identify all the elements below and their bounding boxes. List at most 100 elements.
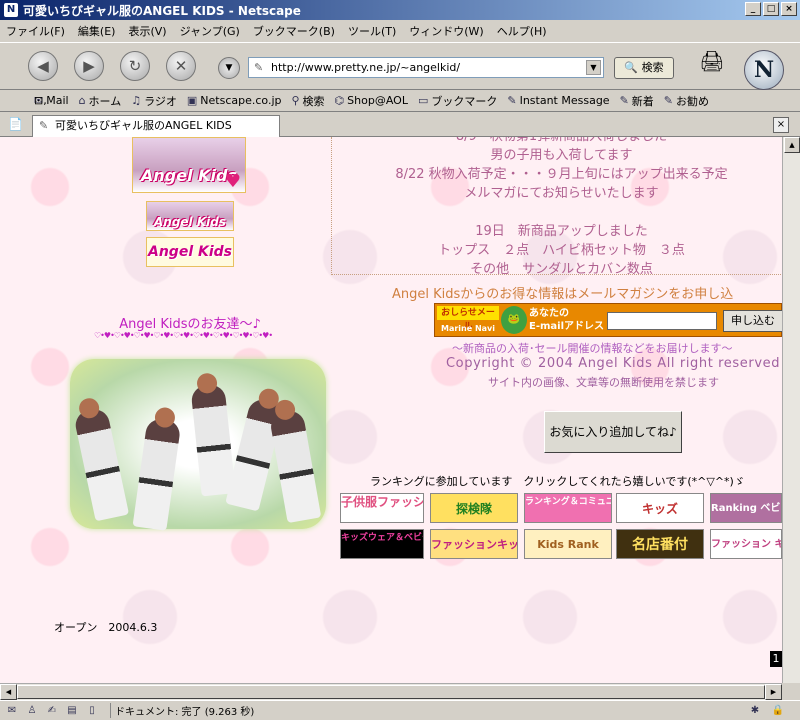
news-line: トップス ２点 ハイビ柄セット物 ３点 [438,243,685,258]
print-icon[interactable]: 🖨 [698,49,726,77]
email-input[interactable] [607,312,717,330]
frog-mascot-icon: 🐸 [501,306,527,334]
composer-icon[interactable]: ✍ [44,704,60,718]
dancer-figure [268,408,322,524]
page-content: Angel Kids Angel Kids Angel Kids 8/9 秋物第… [0,137,782,683]
security-icon[interactable]: ✱ [747,704,763,718]
toolbar-home-label: ホーム [88,94,122,108]
ranking-banner[interactable]: 探検隊 [430,493,518,523]
shop-icon: ⌬ [334,94,345,107]
ranking-banner[interactable]: キッズ [616,493,704,523]
lock-icon[interactable]: 🔒 [770,704,786,718]
toolbar-bookmarks[interactable]: ▭ ブックマーク [418,93,497,109]
scroll-thumb[interactable] [17,685,765,699]
url-text: http://www.pretty.ne.jp/~angelkid/ [271,61,461,74]
menu-bookmarks[interactable]: ブックマーク(B) [253,23,335,39]
vertical-scrollbar[interactable]: ▲ [782,137,800,683]
maximize-button[interactable]: □ [763,2,779,16]
toolbar-shop-label: Shop@AOL [347,94,408,107]
toolbar-new[interactable]: ✎ 新着 [620,93,654,109]
search-button[interactable]: 🔍 検索 [614,57,674,79]
aim-icon[interactable]: ♙ [24,704,40,718]
url-dropdown-button[interactable]: ▼ [586,60,601,75]
toolbar-menu-icon[interactable]: ⊡, [34,94,54,110]
url-input[interactable]: http://www.pretty.ne.jp/~angelkid/ ▼ [248,57,604,78]
go-button[interactable]: ▼ [218,57,240,79]
link-icon: ✎ [507,94,517,107]
search-label: 検索 [641,61,664,74]
back-button[interactable]: ◀ [28,51,58,81]
dancer-figure [72,406,130,522]
netscape-icon: N [4,3,18,17]
menu-go[interactable]: ジャンプ(G) [180,23,240,39]
toolbar-netscape[interactable]: ▣ Netscape.co.jp [187,94,282,107]
forward-button[interactable]: ▶ [74,51,104,81]
copyright-note: サイト内の画像、文章等の無断使用を禁じます [488,376,719,389]
mail-icon[interactable]: ✉ [4,704,20,718]
toolbar-recommend[interactable]: ✎ お勧め [664,93,709,109]
mailmag-note: ～新商品の入荷･セール開催の情報などをお届けします～ [452,342,733,355]
friends-title: Angel Kidsのお友達～♪ [119,317,261,332]
ranking-banner[interactable]: Kids Rank [524,529,612,559]
add-favorite-button[interactable]: お気に入り追加してね♪ [544,411,682,453]
scroll-right-arrow[interactable]: ▶ [765,684,782,700]
news-line: 19日 新商品アップしました [475,224,648,239]
news-line [332,203,782,222]
toolbar-bookmarks-label: ブックマーク [431,94,498,108]
ranking-banner[interactable]: Ranking ベビー＆キ [710,493,782,523]
menu-view[interactable]: 表示(V) [128,23,166,39]
title-bar: N 可愛いちびギャル服のANGEL KIDS - Netscape _ □ × [0,0,800,20]
netscape-logo[interactable]: N [744,50,784,90]
minimize-button[interactable]: _ [745,2,761,16]
mailmag-line[interactable]: Angel Kidsからのお得な情報はメールマガジンをお申し込 [392,283,733,302]
menu-help[interactable]: ヘルプ(H) [497,23,547,39]
tab-label: 可愛いちびギャル服のANGEL KIDS [55,119,232,132]
close-button[interactable]: × [781,2,797,16]
tab-angel-kids[interactable]: 可愛いちびギャル服のANGEL KIDS [32,115,280,137]
address-book-icon[interactable]: ▤ [64,704,80,718]
ranking-banner[interactable]: ファッションキッズ [430,529,518,559]
close-tab-button[interactable]: × [773,117,789,133]
link-icon: ✎ [663,94,674,107]
reload-button[interactable]: ↻ [120,51,150,81]
angel-kids-logo-small[interactable]: Angel Kids [146,237,234,267]
navigation-toolbar: ◀ ▶ ↻ ✕ ▼ http://www.pretty.ne.jp/~angel… [0,42,800,90]
menu-edit[interactable]: 編集(E) [78,23,116,39]
toolbar-im-label: Instant Message [519,94,610,107]
ranking-banner[interactable]: キッズウェア＆ベビーウェア [340,529,424,559]
email-label-line2: E-mailアドレス [529,321,605,332]
menu-file[interactable]: ファイル(F) [6,23,65,39]
news-line: 男の子用も入荷してます [490,148,633,163]
horizontal-scrollbar[interactable]: ◀ ▶ [0,683,782,700]
new-tab-icon[interactable]: 📄 [8,117,24,133]
search-icon: ⚲ [291,94,300,107]
email-label-line1: あなたの [529,308,569,319]
subscribe-button[interactable]: 申し込む [723,310,782,332]
news-line: メルマガにてお知らせいたします [464,186,659,201]
radio-icon: ♫ [131,94,142,107]
ranking-banner[interactable]: 子供服ファッション [340,493,424,523]
toolbar-im[interactable]: ✎ Instant Message [507,94,609,107]
angel-kids-logo-large[interactable]: Angel Kids [132,137,246,220]
stop-button[interactable]: ✕ [166,51,196,81]
folder-icon: ▭ [417,94,429,107]
mailmag-label: おしらせメール [437,306,499,332]
toolbar-home[interactable]: ⌂ ホーム [79,93,122,109]
tab-bar: 📄 可愛いちびギャル服のANGEL KIDS × [0,113,800,137]
ranking-banner[interactable]: ランキング＆コミュニケーション [524,493,612,523]
toolbar-radio[interactable]: ♫ ラジオ [131,93,177,109]
ranking-banner[interactable]: ファッション キッ [710,529,782,559]
news-line: その他 サンダルとカバン数点 [470,262,653,275]
toolbar-shop[interactable]: ⌬ Shop@AOL [335,94,408,107]
toolbar-search-label: 検索 [302,94,325,108]
scroll-left-arrow[interactable]: ◀ [0,684,17,700]
link-icon: ✎ [619,94,629,107]
menu-window[interactable]: ウィンドウ(W) [409,23,483,39]
page-icon[interactable]: ▯ [84,704,100,718]
scroll-up-arrow[interactable]: ▲ [784,137,800,153]
menu-tools[interactable]: ツール(T) [348,23,396,39]
ranking-banner[interactable]: 名店番付 [616,529,704,559]
angel-kids-logo-medium[interactable]: Angel Kids [146,201,234,231]
toolbar-search[interactable]: ⚲ 検索 [291,93,324,109]
window-title: 可愛いちびギャル服のANGEL KIDS - Netscape [23,3,301,18]
